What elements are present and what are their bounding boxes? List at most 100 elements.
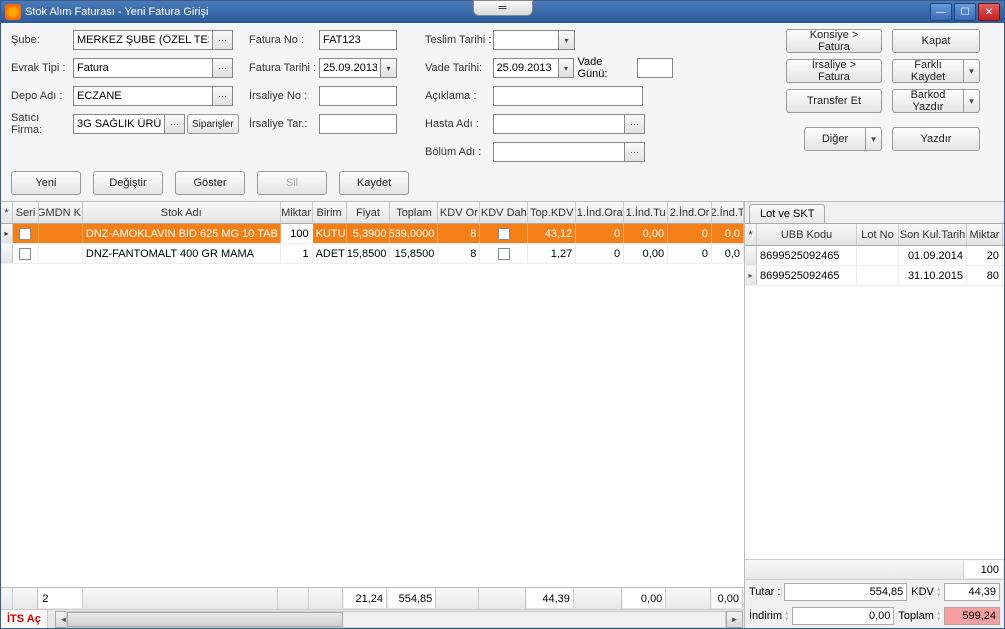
table-row[interactable]: ▸DNZ-AMOKLAVIN BID 625 MG 10 TAB100KUTU5… xyxy=(1,224,744,244)
cell-toplam[interactable]: 539,0000 xyxy=(390,224,438,243)
gh-stok[interactable]: Stok Adı xyxy=(83,202,281,223)
diger-dropdown[interactable] xyxy=(866,127,882,151)
irsaliye-fatura-button[interactable]: İrsaliye > Fatura xyxy=(786,59,882,83)
lot-gh-skt[interactable]: Son Kul.Tarih xyxy=(899,224,967,245)
cell-2io[interactable]: 0 xyxy=(668,244,712,263)
cell-kdvd[interactable] xyxy=(480,224,528,243)
cell-topkdv[interactable]: 1,27 xyxy=(528,244,576,263)
cell-kdvo[interactable]: 8 xyxy=(438,244,480,263)
goster-button[interactable]: Göster xyxy=(175,171,245,195)
faturatr-input[interactable] xyxy=(319,58,381,78)
cell-fiyat[interactable]: 15,8500 xyxy=(347,244,391,263)
tutar-value[interactable] xyxy=(784,583,907,601)
faturatr-dropdown[interactable] xyxy=(381,58,397,78)
cell-seri[interactable] xyxy=(13,224,39,243)
gh-gmdn[interactable]: GMDN Kı xyxy=(39,202,83,223)
kaydet-button[interactable]: Kaydet xyxy=(339,171,409,195)
cell-2io[interactable]: 0 xyxy=(668,224,712,243)
lot-cell-skt[interactable]: 31.10.2015 xyxy=(899,266,967,285)
cell-stok[interactable]: DNZ-FANTOMALT 400 GR MAMA xyxy=(83,244,281,263)
toplam-value[interactable] xyxy=(944,607,1000,625)
gh-birim[interactable]: Birim xyxy=(313,202,347,223)
sube-input[interactable] xyxy=(73,30,213,50)
cell-seri[interactable] xyxy=(13,244,39,263)
depo-lookup-button[interactable]: ··· xyxy=(213,86,233,106)
farkli-dropdown[interactable] xyxy=(964,59,980,83)
gh-2io[interactable]: 2.İnd.Or xyxy=(668,202,712,223)
cell-fiyat[interactable]: 5,3900 xyxy=(347,224,391,243)
gh-kdvo[interactable]: KDV Or xyxy=(438,202,480,223)
satici-input[interactable] xyxy=(73,114,165,134)
cell-kdvd[interactable] xyxy=(480,244,528,263)
lot-row[interactable]: 869952509246501.09.201420 xyxy=(745,246,1004,266)
cell-gmdn[interactable] xyxy=(39,244,83,263)
vade-input[interactable] xyxy=(493,58,559,78)
gh-toplam[interactable]: Toplam xyxy=(390,202,438,223)
scrollbar[interactable] xyxy=(66,611,726,628)
gh-2it[interactable]: 2.İnd.T xyxy=(712,202,744,223)
hasta-input[interactable] xyxy=(493,114,625,134)
cell-1io[interactable]: 0 xyxy=(576,244,624,263)
cell-toplam[interactable]: 15,8500 xyxy=(390,244,438,263)
gh-fiyat[interactable]: Fiyat xyxy=(347,202,391,223)
cell-birim[interactable]: ADET xyxy=(313,244,347,263)
gh-1it[interactable]: 1.İnd.Tu xyxy=(624,202,668,223)
vadegun-input[interactable] xyxy=(637,58,673,78)
gh-kdvd[interactable]: KDV Dah xyxy=(480,202,528,223)
checkbox-icon[interactable] xyxy=(19,248,31,260)
hasta-lookup-button[interactable]: ··· xyxy=(625,114,645,134)
yazdir-button[interactable]: Yazdır xyxy=(892,127,980,151)
cell-stok[interactable]: DNZ-AMOKLAVIN BID 625 MG 10 TAB xyxy=(83,224,281,243)
scrollbar-thumb[interactable] xyxy=(67,612,343,627)
siparisler-button[interactable]: Siparişler xyxy=(187,114,239,134)
gh-seri[interactable]: Seri xyxy=(13,202,39,223)
minimize-button[interactable]: — xyxy=(930,3,952,21)
its-button[interactable]: İTS Aç xyxy=(1,610,48,628)
lot-gh-lot[interactable]: Lot No xyxy=(857,224,899,245)
bolum-lookup-button[interactable]: ··· xyxy=(625,142,645,162)
cell-birim[interactable]: KUTU xyxy=(313,224,347,243)
lot-cell-lot[interactable] xyxy=(857,266,899,285)
lot-gh-mik[interactable]: Miktar xyxy=(967,224,1003,245)
table-row[interactable]: DNZ-FANTOMALT 400 GR MAMA1ADET15,850015,… xyxy=(1,244,744,264)
barkod-button[interactable]: Barkod Yazdır xyxy=(892,89,964,113)
lot-cell-ubb[interactable]: 8699525092465 xyxy=(757,266,857,285)
checkbox-icon[interactable] xyxy=(498,248,510,260)
cell-1io[interactable]: 0 xyxy=(576,224,624,243)
cell-gmdn[interactable] xyxy=(39,224,83,243)
close-button[interactable]: ✕ xyxy=(978,3,1000,21)
cell-2it[interactable]: 0,0 xyxy=(712,224,744,243)
lot-row[interactable]: ▸869952509246531.10.201580 xyxy=(745,266,1004,286)
lot-cell-mik[interactable]: 20 xyxy=(967,246,1003,265)
sube-lookup-button[interactable]: ··· xyxy=(213,30,233,50)
farkli-kaydet-button[interactable]: Farklı Kaydet xyxy=(892,59,964,83)
lot-gh-ind[interactable]: * xyxy=(745,224,757,245)
grid-body[interactable]: ▸DNZ-AMOKLAVIN BID 625 MG 10 TAB100KUTU5… xyxy=(1,224,744,587)
checkbox-icon[interactable] xyxy=(19,228,31,240)
cell-kdvo[interactable]: 8 xyxy=(438,224,480,243)
indirim-value[interactable] xyxy=(792,607,894,625)
lot-gh-ubb[interactable]: UBB Kodu xyxy=(757,224,857,245)
aciklama-input[interactable] xyxy=(493,86,643,106)
satici-lookup-button[interactable]: ··· xyxy=(165,114,185,134)
evrak-input[interactable] xyxy=(73,58,213,78)
diger-button[interactable]: Diğer xyxy=(804,127,866,151)
evrak-lookup-button[interactable]: ··· xyxy=(213,58,233,78)
gh-miktar[interactable]: Miktar xyxy=(281,202,313,223)
lot-cell-ubb[interactable]: 8699525092465 xyxy=(757,246,857,265)
transfer-button[interactable]: Transfer Et xyxy=(786,89,882,113)
titlebar-expand-button[interactable]: ═ xyxy=(473,0,533,16)
scroll-right[interactable]: ► xyxy=(726,611,743,628)
bolum-input[interactable] xyxy=(493,142,625,162)
barkod-dropdown[interactable] xyxy=(964,89,980,113)
cell-1it[interactable]: 0,00 xyxy=(624,224,668,243)
teslim-dropdown[interactable] xyxy=(559,30,575,50)
cell-2it[interactable]: 0,0 xyxy=(712,244,744,263)
gh-1io[interactable]: 1.İnd.Ora xyxy=(576,202,624,223)
degistir-button[interactable]: Değiştir xyxy=(93,171,163,195)
gh-indicator[interactable]: * xyxy=(1,202,13,223)
lot-cell-lot[interactable] xyxy=(857,246,899,265)
konsiye-button[interactable]: Konsiye > Fatura xyxy=(786,29,882,53)
cell-topkdv[interactable]: 43,12 xyxy=(528,224,576,243)
sil-button[interactable]: Sil xyxy=(257,171,327,195)
